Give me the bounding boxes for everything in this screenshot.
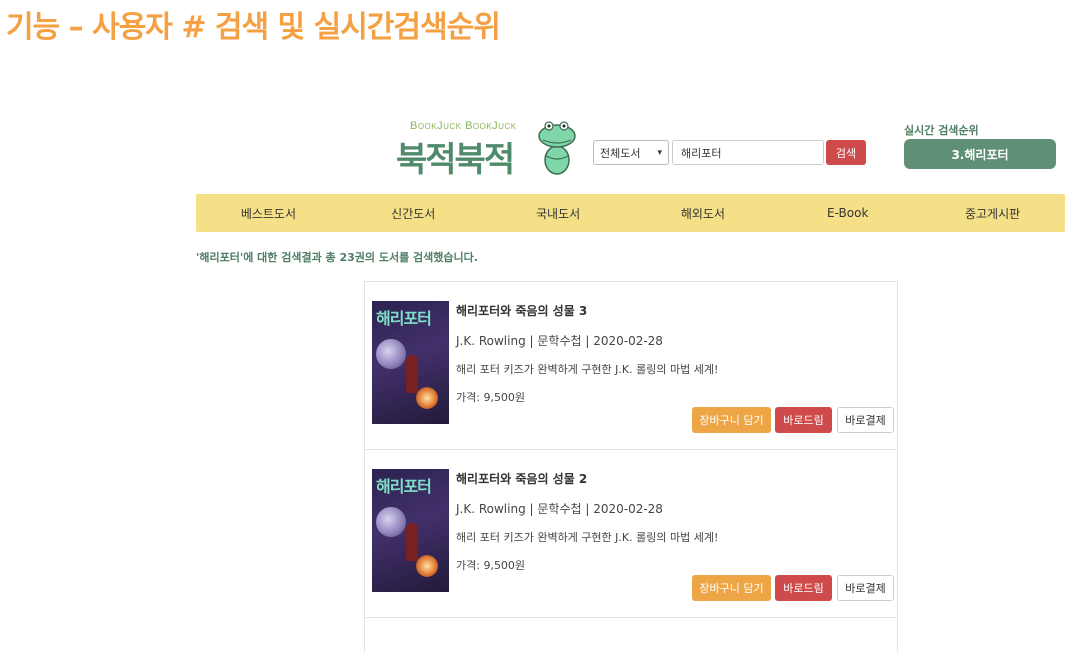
book-title[interactable]: 해리포터와 죽음의 성물 3	[456, 302, 587, 319]
book-title[interactable]: 해리포터와 죽음의 성물 2	[456, 470, 587, 487]
search-input-value: 해리포터	[681, 146, 722, 160]
search-result-summary: '해리포터'에 대한 검색결과 총 23권의 도서를 검색했습니다.	[196, 251, 478, 264]
nav-item-domestic[interactable]: 국내도서	[486, 205, 631, 222]
chevron-down-icon: ▾	[657, 147, 662, 158]
book-description: 해리 포터 키즈가 완벽하게 구현한 J.K. 롤링의 마법 세계!	[456, 531, 719, 544]
cover-glow-art	[416, 387, 438, 409]
logo-subtitle: BookJuck BookJuck	[410, 120, 517, 132]
nav-item-ebook[interactable]: E-Book	[775, 206, 920, 220]
add-to-cart-button[interactable]: 장바구니 담기	[692, 407, 771, 433]
cover-title-text: 해리포터	[376, 309, 432, 328]
book-description: 해리 포터 키즈가 완벽하게 구현한 J.K. 롤링의 마법 세계!	[456, 363, 719, 376]
buy-now-button[interactable]: 바로결제	[837, 575, 894, 601]
search-results-list: 해리포터 해리포터와 죽음의 성물 3 J.K. Rowling | 문학수첩 …	[364, 281, 898, 652]
book-card: 해리포터 해리포터와 죽음의 성물 2 J.K. Rowling | 문학수첩 …	[365, 450, 897, 618]
book-cover[interactable]: 해리포터	[372, 301, 449, 424]
cover-moon-art	[376, 339, 406, 369]
nav-item-used-board[interactable]: 중고게시판	[920, 205, 1065, 222]
search-button[interactable]: 검색	[826, 140, 866, 165]
nav-item-bestseller[interactable]: 베스트도서	[196, 205, 341, 222]
book-price: 가격: 9,500원	[456, 559, 526, 572]
cover-title-text: 해리포터	[376, 477, 432, 496]
site-logo[interactable]: BookJuck BookJuck 북적북적	[396, 116, 582, 180]
search-input[interactable]: 해리포터	[672, 140, 824, 165]
quick-pickup-button[interactable]: 바로드림	[775, 575, 832, 601]
buy-now-button[interactable]: 바로결제	[837, 407, 894, 433]
book-price: 가격: 9,500원	[456, 391, 526, 404]
cover-glow-art	[416, 555, 438, 577]
book-card: 해리포터 해리포터와 죽음의 성물 3 J.K. Rowling | 문학수첩 …	[365, 282, 897, 450]
cover-figure-art	[406, 523, 418, 561]
crocodile-mascot-icon	[538, 121, 576, 175]
nav-item-foreign[interactable]: 해외도서	[630, 205, 775, 222]
nav-item-new[interactable]: 신간도서	[341, 205, 486, 222]
cover-figure-art	[406, 355, 418, 393]
main-nav: 베스트도서 신간도서 국내도서 해외도서 E-Book 중고게시판	[196, 194, 1065, 232]
category-select[interactable]: 전체도서 ▾	[593, 140, 669, 165]
realtime-rank-label: 실시간 검색순위	[904, 124, 979, 137]
book-meta: J.K. Rowling | 문학수첩 | 2020-02-28	[456, 502, 663, 516]
logo-title: 북적북적	[396, 140, 515, 180]
slide-title: 기능 – 사용자 # 검색 및 실시간검색순위	[6, 10, 501, 45]
book-cover[interactable]: 해리포터	[372, 469, 449, 592]
cover-moon-art	[376, 507, 406, 537]
add-to-cart-button[interactable]: 장바구니 담기	[692, 575, 771, 601]
realtime-rank-item[interactable]: 3.해리포터	[904, 139, 1056, 169]
book-meta: J.K. Rowling | 문학수첩 | 2020-02-28	[456, 334, 663, 348]
category-select-value: 전체도서	[600, 146, 641, 160]
quick-pickup-button[interactable]: 바로드림	[775, 407, 832, 433]
